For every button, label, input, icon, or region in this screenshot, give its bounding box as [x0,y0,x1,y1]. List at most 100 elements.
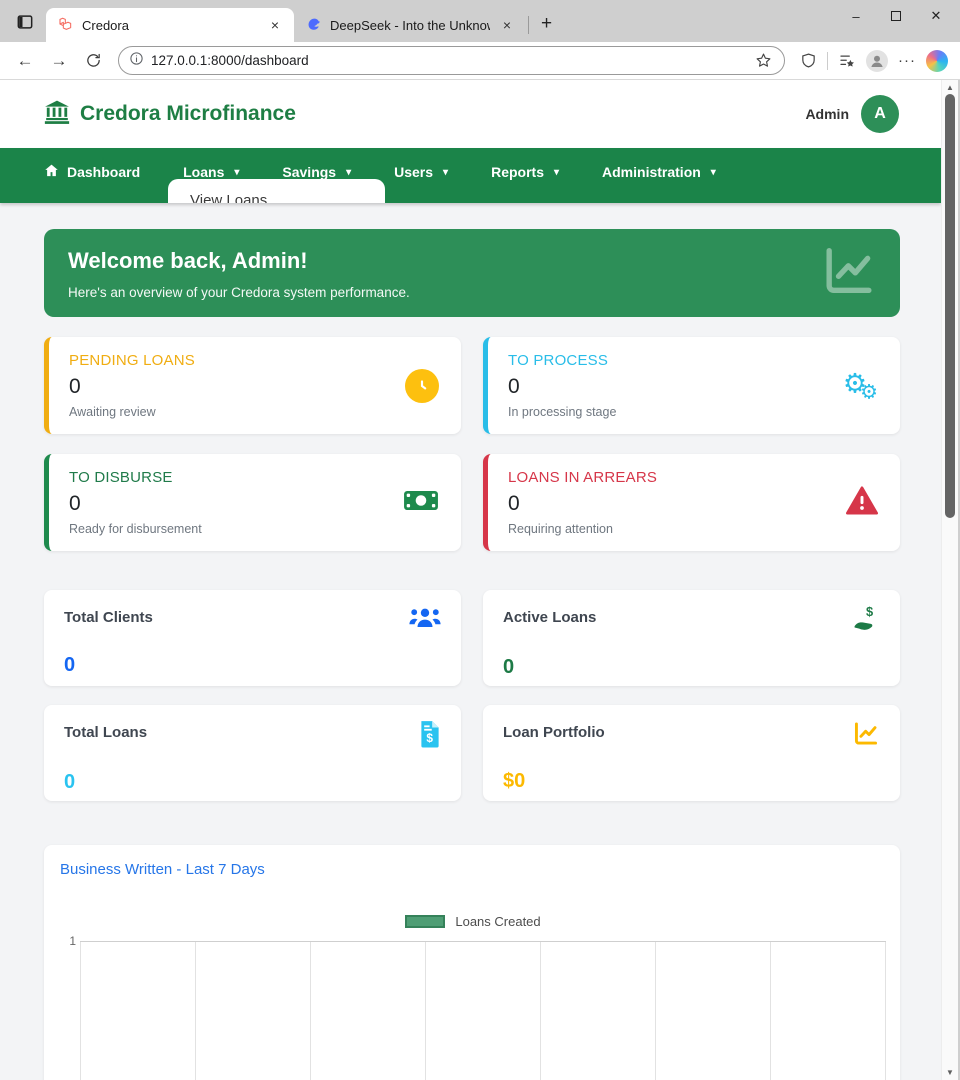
welcome-title: Welcome back, Admin! [68,248,876,274]
new-tab-button[interactable]: + [533,13,560,35]
welcome-subtitle: Here's an overview of your Credora syste… [68,285,876,300]
chart-line-icon [820,243,878,304]
scroll-up-icon[interactable]: ▲ [942,83,958,92]
tab-title: Credora [82,18,258,33]
nav-item-users[interactable]: Users▾ [394,158,469,186]
stat-subtitle: Requiring attention [508,522,880,536]
page-content: Credora Microfinance Admin A Dashboard L… [0,80,941,1080]
warning-triangle-icon [846,485,878,520]
brand-name: Credora Microfinance [80,102,296,126]
summary-value: $0 [503,770,880,793]
hand-dollar-icon: $ [852,605,880,638]
summary-value: 0 [503,656,880,679]
stat-title: TO PROCESS [508,352,880,369]
user-avatar[interactable]: A [861,95,899,133]
stat-title: TO DISBURSE [69,469,441,486]
stat-cards: PENDING LOANS 0 Awaiting review TO PROCE… [44,337,900,551]
legend-swatch [405,915,445,928]
copilot-icon[interactable] [924,48,950,74]
nav-item-dashboard[interactable]: Dashboard [44,157,161,187]
stat-title: PENDING LOANS [69,352,441,369]
stat-card-pending-loans: PENDING LOANS 0 Awaiting review [44,337,461,434]
stat-value: 0 [508,492,880,516]
url-text[interactable]: 127.0.0.1:8000/dashboard [151,53,743,68]
summary-card-loan-portfolio: Loan Portfolio $0 [483,705,900,801]
stat-card-loans-in-arrears: LOANS IN ARREARS 0 Requiring attention [483,454,900,551]
browser-tab-bar: Credora × DeepSeek - Into the Unknown × … [0,0,960,42]
bank-icon [44,99,70,130]
dashboard-content: Welcome back, Admin! Here's an overview … [0,203,941,1080]
stat-card-to-process: TO PROCESS 0 In processing stage ⚙⚙ [483,337,900,434]
summary-value: 0 [64,771,441,794]
tab-actions-icon[interactable] [10,7,40,37]
favorites-hub-icon[interactable] [834,48,860,74]
profile-avatar[interactable] [864,48,890,74]
tab-close-icon[interactable]: × [498,16,516,34]
invoice-dollar-icon: $ [419,720,441,753]
stat-subtitle: In processing stage [508,405,880,419]
tab-credora[interactable]: Credora × [46,8,294,42]
nav-item-administration[interactable]: Administration▾ [602,158,737,186]
chevron-down-icon: ▾ [346,167,351,178]
summary-title: Loan Portfolio [503,720,605,741]
browser-toolbar: ← → 127.0.0.1:8000/dashboard ··· [0,42,960,80]
page-scrollbar[interactable]: ▲ ▼ [941,80,958,1080]
summary-card-total-clients: Total Clients 0 [44,590,461,686]
refresh-button[interactable] [78,46,108,76]
stat-value: 0 [508,375,880,399]
summary-value: 0 [64,654,441,677]
svg-text:$: $ [426,731,433,745]
welcome-banner: Welcome back, Admin! Here's an overview … [44,229,900,317]
chart-title: Business Written - Last 7 Days [60,861,886,878]
money-bill-icon [403,487,439,518]
legend-label: Loans Created [455,914,540,929]
close-window-button[interactable]: ✕ [916,0,956,32]
svg-text:$: $ [866,605,873,619]
stat-value: 0 [69,375,441,399]
grid-column [541,942,656,1080]
summary-cards: Total Clients 0 Active Loans $ 0 [44,590,900,801]
page: Credora Microfinance Admin A Dashboard L… [0,80,960,1080]
tab-deepseek[interactable]: DeepSeek - Into the Unknown × [294,8,526,42]
browser-essentials-icon[interactable] [795,48,821,74]
stat-subtitle: Awaiting review [69,405,441,419]
summary-title: Total Loans [64,720,147,741]
header-right: Admin A [805,95,899,133]
toolbar-divider [827,52,828,70]
brand[interactable]: Credora Microfinance [44,99,296,130]
chevron-down-icon: ▾ [554,167,559,178]
chart-plot: 1 [60,941,886,1080]
clock-icon [405,369,439,403]
stat-card-to-disburse: TO DISBURSE 0 Ready for disbursement [44,454,461,551]
stat-title: LOANS IN ARREARS [508,469,880,486]
forward-button[interactable]: → [44,46,74,76]
summary-title: Total Clients [64,605,153,626]
chart-legend[interactable]: Loans Created [60,914,886,929]
grid-column [771,942,886,1080]
site-info-icon[interactable] [129,51,144,71]
summary-card-active-loans: Active Loans $ 0 [483,590,900,686]
window-controls: – ✕ [836,0,956,32]
dropdown-item-view-loans[interactable]: View Loans [190,192,385,203]
settings-more-icon[interactable]: ··· [894,48,920,74]
summary-card-total-loans: Total Loans $ 0 [44,705,461,801]
users-icon [409,605,441,636]
grid-column [311,942,426,1080]
nav-item-reports[interactable]: Reports▾ [491,158,580,186]
chart-card: Business Written - Last 7 Days Loans Cre… [44,845,900,1080]
grid-column [426,942,541,1080]
chevron-down-icon: ▾ [234,167,239,178]
laravel-favicon-icon [58,16,74,35]
back-button[interactable]: ← [10,46,40,76]
maximize-button[interactable] [876,0,916,32]
scroll-down-icon[interactable]: ▼ [942,1068,958,1077]
home-icon [44,163,59,181]
scrollbar-thumb[interactable] [945,94,955,518]
chart-grid [80,941,886,1080]
user-label: Admin [805,106,849,122]
address-bar[interactable]: 127.0.0.1:8000/dashboard [118,46,785,75]
maximize-icon [891,11,901,21]
minimize-button[interactable]: – [836,0,876,32]
favorite-star-icon[interactable] [750,48,776,74]
tab-close-icon[interactable]: × [266,16,284,34]
